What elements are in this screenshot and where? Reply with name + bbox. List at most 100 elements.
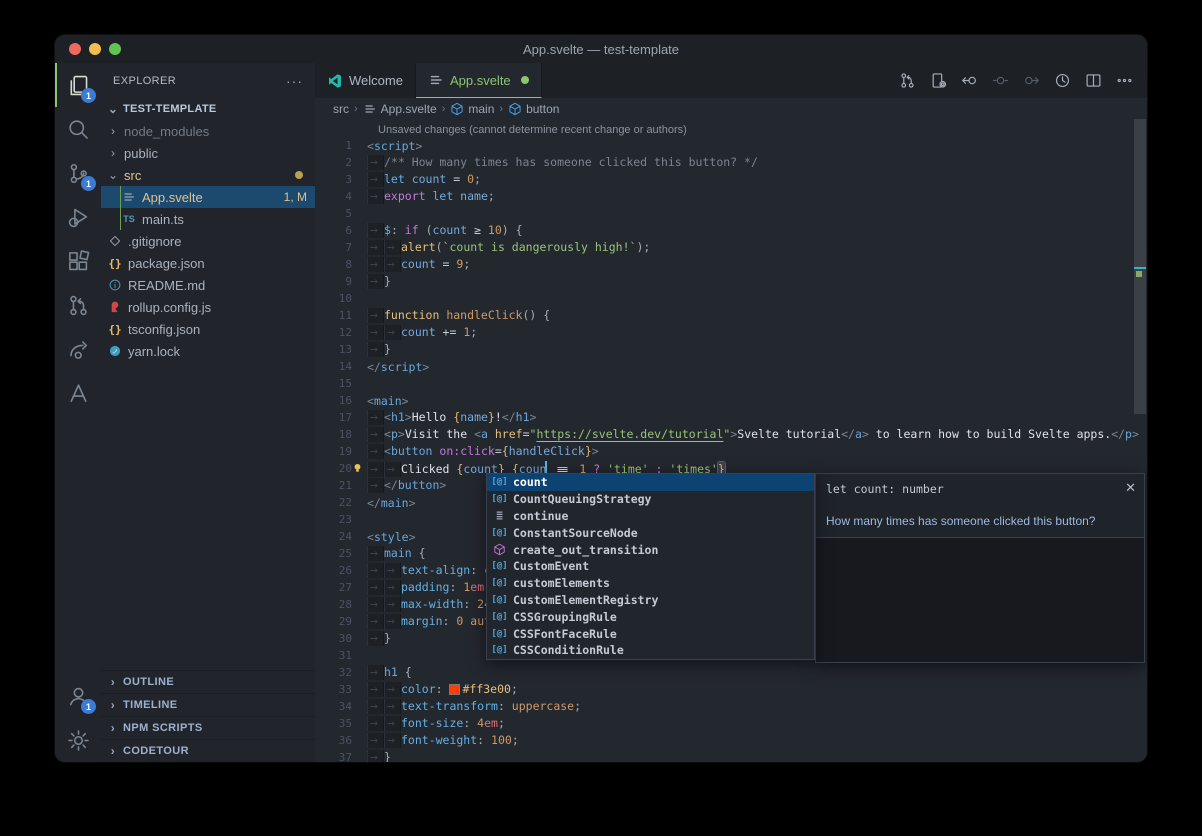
code-line-content[interactable]: →h1 { <box>367 665 412 680</box>
code-line-content[interactable]: →→color: #ff3e00; <box>367 682 518 697</box>
suggest-item-CSSConditionRule[interactable]: [@]CSSConditionRule <box>487 642 814 659</box>
open-changes-button[interactable] <box>927 70 949 92</box>
zoom-window-button[interactable] <box>109 43 121 55</box>
code-line-content[interactable]: →→font-weight: 100; <box>367 733 519 748</box>
activity-item-source-control[interactable]: 1 <box>55 151 101 195</box>
suggest-item-CustomElementRegistry[interactable]: [@]CustomElementRegistry <box>487 592 814 609</box>
breadcrumb-item-src[interactable]: src <box>333 102 349 116</box>
previous-change-button[interactable] <box>958 70 980 92</box>
code-line-content[interactable]: →→font-size: 4em; <box>367 716 505 731</box>
sidebar-section-npm-scripts[interactable]: ›NPM SCRIPTS <box>101 716 315 739</box>
file-tree-item-tsconfig.json[interactable]: {}tsconfig.json <box>101 318 315 340</box>
activity-item-live-share[interactable] <box>55 327 101 371</box>
code-line-content[interactable]: →} <box>367 342 391 357</box>
more-actions-button[interactable] <box>1113 70 1135 92</box>
tab-welcome[interactable]: Welcome <box>315 63 416 98</box>
close-window-button[interactable] <box>69 43 81 55</box>
code-line-content[interactable]: →→margin: 0 auto; <box>367 614 505 629</box>
breadcrumb-item-main[interactable]: main <box>450 102 494 116</box>
compare-change-button[interactable] <box>989 70 1011 92</box>
tab-bar: WelcomeApp.svelte <box>315 63 1147 98</box>
file-tree-item-public[interactable]: ›public <box>101 142 315 164</box>
code-token: Hello <box>412 410 454 424</box>
next-change-button[interactable] <box>1020 70 1042 92</box>
file-tree-item-rollup.config.js[interactable]: rollup.config.js <box>101 296 315 318</box>
code-line-content[interactable]: →function handleClick() { <box>367 308 550 323</box>
code-line-content[interactable]: →→padding: 1em; <box>367 580 491 595</box>
code-line-content[interactable]: <main> <box>367 394 409 408</box>
code-line-content[interactable]: →→count = 9; <box>367 257 470 272</box>
activity-item-search[interactable] <box>55 107 101 151</box>
suggest-item-CustomEvent[interactable]: [@]CustomEvent <box>487 558 814 575</box>
code-line-content[interactable] <box>367 649 374 663</box>
suggest-item-CSSGroupingRule[interactable]: [@]CSSGroupingRule <box>487 608 814 625</box>
file-history-button[interactable] <box>1051 70 1073 92</box>
activity-item-accounts[interactable]: 1 <box>55 674 101 718</box>
suggest-item-continue[interactable]: ≣continue <box>487 508 814 525</box>
code-line-content[interactable]: →</button> <box>367 478 446 493</box>
code-line-content[interactable]: </main> <box>367 496 416 510</box>
sidebar-section-outline[interactable]: ›OUTLINE <box>101 670 315 693</box>
activity-item-run-and-debug[interactable] <box>55 195 101 239</box>
project-root-row[interactable]: ⌄ TEST-TEMPLATE <box>101 98 315 120</box>
file-tree-item-.gitignore[interactable]: .gitignore <box>101 230 315 252</box>
code-line-content[interactable]: →main { <box>367 546 426 561</box>
code-line-content[interactable]: →<h1>Hello {name}!</h1> <box>367 410 536 425</box>
code-line-content[interactable] <box>367 207 374 221</box>
code-line-content[interactable]: →$: if (count ≥ 10) { <box>367 223 523 238</box>
file-tree-item-node_modules[interactable]: ›node_modules <box>101 120 315 142</box>
lightbulb-icon[interactable] <box>351 462 364 475</box>
suggest-item-CountQueuingStrategy[interactable]: [@]CountQueuingStrategy <box>487 491 814 508</box>
sidebar-section-codetour[interactable]: ›CODETOUR <box>101 739 315 762</box>
suggest-item-CSSFontFaceRule[interactable]: [@]CSSFontFaceRule <box>487 625 814 642</box>
breadcrumb-item-button[interactable]: button <box>508 102 559 116</box>
code-line-content[interactable]: </script> <box>367 360 429 374</box>
code-line-content[interactable]: →→count += 1; <box>367 325 477 340</box>
code-token: #ff3e00 <box>462 682 510 696</box>
file-tree-item-main.ts[interactable]: TSmain.ts <box>101 208 315 230</box>
code-line-content[interactable] <box>367 292 374 306</box>
code-line-content[interactable]: <script> <box>367 139 422 153</box>
activity-item-extensions[interactable] <box>55 239 101 283</box>
sidebar-section-timeline[interactable]: ›TIMELINE <box>101 693 315 716</box>
suggest-item-count[interactable]: [@]count <box>487 474 814 491</box>
suggest-item-customElements[interactable]: [@]customElements <box>487 575 814 592</box>
scrollbar-slider[interactable] <box>1134 119 1146 414</box>
file-tree-item-App.svelte[interactable]: App.svelte1, M <box>101 186 315 208</box>
code-line-content[interactable]: →} <box>367 750 391 762</box>
activity-item-explorer[interactable]: 1 <box>55 63 101 107</box>
file-tree-item-src[interactable]: ⌄src <box>101 164 315 186</box>
code-editor[interactable]: Unsaved changes (cannot determine recent… <box>315 119 1147 762</box>
minimize-window-button[interactable] <box>89 43 101 55</box>
file-tree-item-README.md[interactable]: README.md <box>101 274 315 296</box>
code-line-content[interactable]: →→text-transform: uppercase; <box>367 699 581 714</box>
line-number: 9 <box>315 275 367 288</box>
suggest-item-create_out_transition[interactable]: create_out_transition <box>487 541 814 558</box>
run-debug-icon <box>67 206 90 229</box>
explorer-more-actions[interactable]: ··· <box>286 73 303 89</box>
split-editor-button[interactable] <box>1082 70 1104 92</box>
file-tree-item-yarn.lock[interactable]: yarn.lock <box>101 340 315 362</box>
activity-item-manage[interactable] <box>55 718 101 762</box>
code-line-content[interactable]: →} <box>367 631 391 646</box>
activity-item-github-pull-requests[interactable] <box>55 283 101 327</box>
code-line-content[interactable] <box>367 377 374 391</box>
close-icon[interactable]: ✕ <box>1125 480 1136 496</box>
breadcrumb-item-App.svelte[interactable]: App.svelte <box>363 102 437 116</box>
source-control-graph-button[interactable] <box>896 70 918 92</box>
code-line-content[interactable]: →→alert(`count is dangerously high!`); <box>367 240 650 255</box>
tab-app-svelte[interactable]: App.svelte <box>416 63 542 98</box>
file-tree-item-package.json[interactable]: {}package.json <box>101 252 315 274</box>
code-line-content[interactable]: →export let name; <box>367 189 495 204</box>
code-line-content[interactable]: →} <box>367 274 391 289</box>
chevron-down-icon: ⌄ <box>107 102 119 116</box>
code-line-content[interactable]: →<p>Visit the <a href="https://svelte.de… <box>367 427 1139 442</box>
code-line-content[interactable]: →<button on:click={handleClick}> <box>367 444 599 459</box>
suggest-item-ConstantSourceNode[interactable]: [@]ConstantSourceNode <box>487 524 814 541</box>
activity-item-azure[interactable] <box>55 371 101 415</box>
line-number: 18 <box>315 428 367 441</box>
code-line-content[interactable]: <style> <box>367 530 416 544</box>
code-line-content[interactable]: →/** How many times has someone clicked … <box>367 155 758 170</box>
code-line-content[interactable] <box>367 513 374 527</box>
code-line-content[interactable]: →let count = 0; <box>367 172 481 187</box>
